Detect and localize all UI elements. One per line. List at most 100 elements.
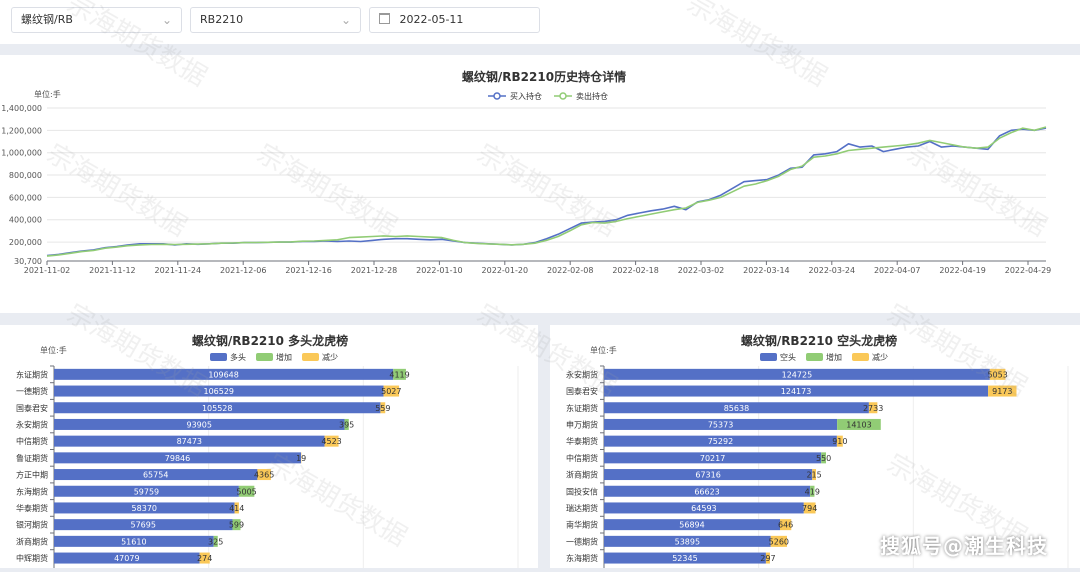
x-tick-label: 2022-04-19 (939, 266, 986, 275)
product-select-value: 螺纹钢/RB (21, 13, 73, 26)
change-value-label: 14103 (846, 420, 871, 429)
legend-swatch-icon (302, 353, 319, 361)
history-line-chart: 螺纹钢/RB2210历史持仓详情 单位:手 买入持仓卖出持仓 1,400,000… (0, 55, 1080, 313)
position-value-label: 66623 (694, 487, 719, 496)
category-label: 中信期货 (16, 436, 48, 446)
chart-unit: 单位:手 (590, 345, 617, 355)
x-tick-label: 2022-01-10 (416, 266, 463, 275)
category-label: 一德期货 (566, 536, 598, 546)
legend-label: 多头 (230, 352, 246, 362)
x-tick-label: 2022-03-02 (678, 266, 725, 275)
change-value-label: 4365 (254, 471, 274, 480)
category-label: 方正中期 (16, 470, 48, 480)
category-label: 鲁证期货 (16, 453, 48, 463)
category-label: 东证期货 (566, 403, 598, 413)
change-value-label: 274 (197, 554, 212, 563)
change-value-label: 9173 (992, 387, 1012, 396)
legend-swatch-icon (806, 353, 823, 361)
y-tick-label: 600,000 (9, 193, 42, 202)
y-tick-label: 1,400,000 (1, 104, 42, 113)
position-value-label: 106529 (203, 387, 234, 396)
chart-unit: 单位:手 (40, 345, 67, 355)
change-value-label: 4523 (321, 437, 341, 446)
change-value-label: 550 (816, 454, 831, 463)
category-label: 华泰期货 (16, 503, 48, 513)
position-value-label: 52345 (672, 554, 697, 563)
y-tick-label: 1,000,000 (1, 149, 42, 158)
category-label: 浙商期货 (566, 470, 598, 480)
filter-bar: 螺纹钢/RB ⌄ RB2210 ⌄ 2022-05-11 (0, 0, 1080, 44)
position-value-label: 67316 (695, 471, 720, 480)
y-tick-label: 200,000 (9, 238, 42, 247)
category-label: 南华期货 (566, 520, 598, 530)
product-select[interactable]: 螺纹钢/RB ⌄ (11, 7, 182, 33)
category-label: 瑞达期货 (566, 503, 598, 513)
y-tick-label: 400,000 (9, 216, 42, 225)
position-value-label: 109648 (208, 370, 239, 379)
position-value-label: 65754 (143, 471, 168, 480)
x-tick-label: 2022-04-29 (1005, 266, 1052, 275)
change-value-label: 414 (229, 504, 244, 513)
x-tick-label: 2021-11-12 (89, 266, 136, 275)
position-value-label: 70217 (700, 454, 725, 463)
change-value-label: 794 (802, 504, 817, 513)
long-ranking-chart: 螺纹钢/RB2210 多头龙虎榜 单位:手 多头增加减少 东证期货1096484… (0, 325, 538, 568)
position-value-label: 93905 (187, 420, 212, 429)
change-value-label: 910 (832, 437, 847, 446)
brand-watermark: 搜狐号@潮生科技 (880, 530, 1048, 559)
legend-swatch-icon (210, 353, 227, 361)
x-tick-label: 2022-04-07 (874, 266, 921, 275)
change-value-label: 4119 (389, 370, 409, 379)
change-value-label: 325 (208, 537, 223, 546)
legend-label: 减少 (322, 352, 338, 362)
change-value-label: 419 (805, 487, 820, 496)
position-value-label: 51610 (121, 537, 146, 546)
category-label: 国泰君安 (16, 403, 48, 413)
category-label: 申万期货 (566, 419, 598, 429)
x-tick-label: 2022-03-24 (809, 266, 856, 275)
category-label: 国泰君安 (566, 386, 598, 396)
legend-label: 卖出持仓 (576, 91, 608, 101)
category-label: 银河期货 (16, 520, 48, 530)
y-tick-label: 30,700 (14, 257, 42, 266)
position-value-label: 58370 (132, 504, 157, 513)
change-value-label: 646 (778, 521, 793, 530)
legend-swatch-icon (256, 353, 273, 361)
category-label: 东海期货 (566, 553, 598, 563)
change-value-label: 5027 (381, 387, 401, 396)
x-tick-label: 2022-02-18 (612, 266, 659, 275)
position-value-label: 124725 (782, 370, 813, 379)
change-value-label: 599 (229, 521, 244, 530)
chart-title: 螺纹钢/RB2210 多头龙虎榜 (192, 333, 348, 348)
position-value-label: 79846 (165, 454, 190, 463)
x-tick-label: 2022-03-14 (743, 266, 790, 275)
category-label: 华泰期货 (566, 436, 598, 446)
x-tick-label: 2022-02-08 (547, 266, 594, 275)
change-value-label: 395 (339, 420, 354, 429)
category-label: 国投安信 (566, 486, 598, 496)
change-value-label: 215 (806, 471, 821, 480)
change-value-label: 2733 (863, 404, 883, 413)
category-label: 一德期货 (16, 386, 48, 396)
category-label: 东海期货 (16, 486, 48, 496)
legend-swatch-icon (760, 353, 777, 361)
category-label: 永安期货 (566, 369, 598, 379)
change-value-label: 297 (760, 554, 775, 563)
position-value-label: 85638 (724, 404, 749, 413)
date-picker[interactable]: 2022-05-11 (369, 7, 540, 33)
legend-label: 买入持仓 (510, 91, 542, 101)
sell-position-line (47, 127, 1046, 256)
position-value-label: 57695 (131, 521, 156, 530)
legend-label: 减少 (872, 352, 888, 362)
chart-title: 螺纹钢/RB2210历史持仓详情 (462, 69, 626, 84)
category-label: 中辉期货 (16, 553, 48, 563)
legend-marker-icon (560, 93, 566, 99)
contract-select[interactable]: RB2210 ⌄ (190, 7, 361, 33)
legend-swatch-icon (852, 353, 869, 361)
y-tick-label: 800,000 (9, 171, 42, 180)
legend-marker-icon (494, 93, 500, 99)
x-tick-label: 2021-12-16 (285, 266, 332, 275)
legend-label: 增加 (826, 352, 842, 362)
x-tick-label: 2022-01-20 (482, 266, 529, 275)
position-value-label: 105528 (202, 404, 233, 413)
